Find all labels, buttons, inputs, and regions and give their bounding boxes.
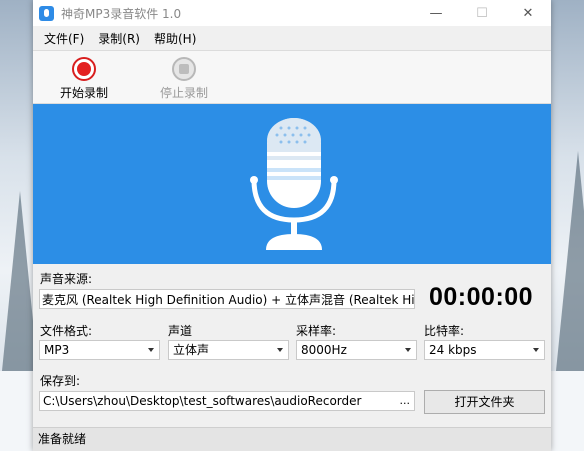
window-title: 神奇MP3录音软件 1.0 (61, 6, 182, 21)
start-record-button[interactable]: 开始录制 (49, 57, 119, 101)
save-path-field[interactable]: C:\Users\zhou\Desktop\test_softwares\aud… (39, 391, 415, 411)
menu-bar: 文件(F) 录制(R) 帮助(H) (33, 26, 551, 50)
source-field[interactable]: 麦克风 (Realtek High Definition Audio) + 立体… (39, 289, 415, 309)
samplerate-label: 采样率: (296, 324, 337, 338)
menu-record[interactable]: 录制(R) (93, 30, 145, 47)
app-window: 神奇MP3录音软件 1.0 — ☐ ✕ 文件(F) 录制(R) 帮助(H) 开始… (33, 0, 551, 451)
channel-value: 立体声 (173, 343, 210, 357)
samplerate-select[interactable]: 8000Hz (296, 340, 417, 360)
channel-label: 声道 (168, 324, 193, 338)
timer-display: 00:00:00 (429, 283, 534, 311)
toolbar: 开始录制 停止录制 (33, 50, 551, 104)
chevron-down-icon (405, 348, 411, 352)
source-label: 声音来源: (40, 272, 93, 286)
channel-select[interactable]: 立体声 (168, 340, 289, 360)
format-value: MP3 (44, 343, 70, 357)
stop-record-button[interactable]: 停止录制 (149, 57, 219, 101)
minimize-button[interactable]: — (413, 0, 459, 26)
menu-file[interactable]: 文件(F) (39, 30, 89, 47)
chevron-down-icon (277, 348, 283, 352)
close-button[interactable]: ✕ (505, 0, 551, 26)
bitrate-select[interactable]: 24 kbps (424, 340, 545, 360)
status-text: 准备就绪 (38, 432, 87, 446)
format-label: 文件格式: (40, 324, 93, 338)
save-path-value: C:\Users\zhou\Desktop\test_softwares\aud… (43, 394, 362, 408)
microphone-icon (250, 118, 338, 250)
bitrate-label: 比特率: (424, 324, 465, 338)
format-select[interactable]: MP3 (39, 340, 160, 360)
chevron-down-icon (533, 348, 539, 352)
maximize-button[interactable]: ☐ (459, 0, 505, 26)
record-icon (72, 57, 96, 81)
microphone-app-icon (39, 5, 54, 21)
banner (33, 104, 551, 264)
status-bar: 准备就绪 (33, 427, 551, 451)
stop-icon (172, 57, 196, 81)
chevron-down-icon (148, 348, 154, 352)
start-record-label: 开始录制 (59, 86, 108, 100)
title-bar[interactable]: 神奇MP3录音软件 1.0 — ☐ ✕ (33, 0, 551, 26)
stop-record-label: 停止录制 (159, 86, 208, 100)
samplerate-value: 8000Hz (301, 343, 347, 357)
save-label: 保存到: (40, 374, 81, 388)
open-folder-button[interactable]: 打开文件夹 (424, 390, 545, 414)
bitrate-value: 24 kbps (429, 343, 477, 357)
browse-button[interactable]: ... (400, 392, 411, 410)
menu-help[interactable]: 帮助(H) (149, 30, 201, 47)
